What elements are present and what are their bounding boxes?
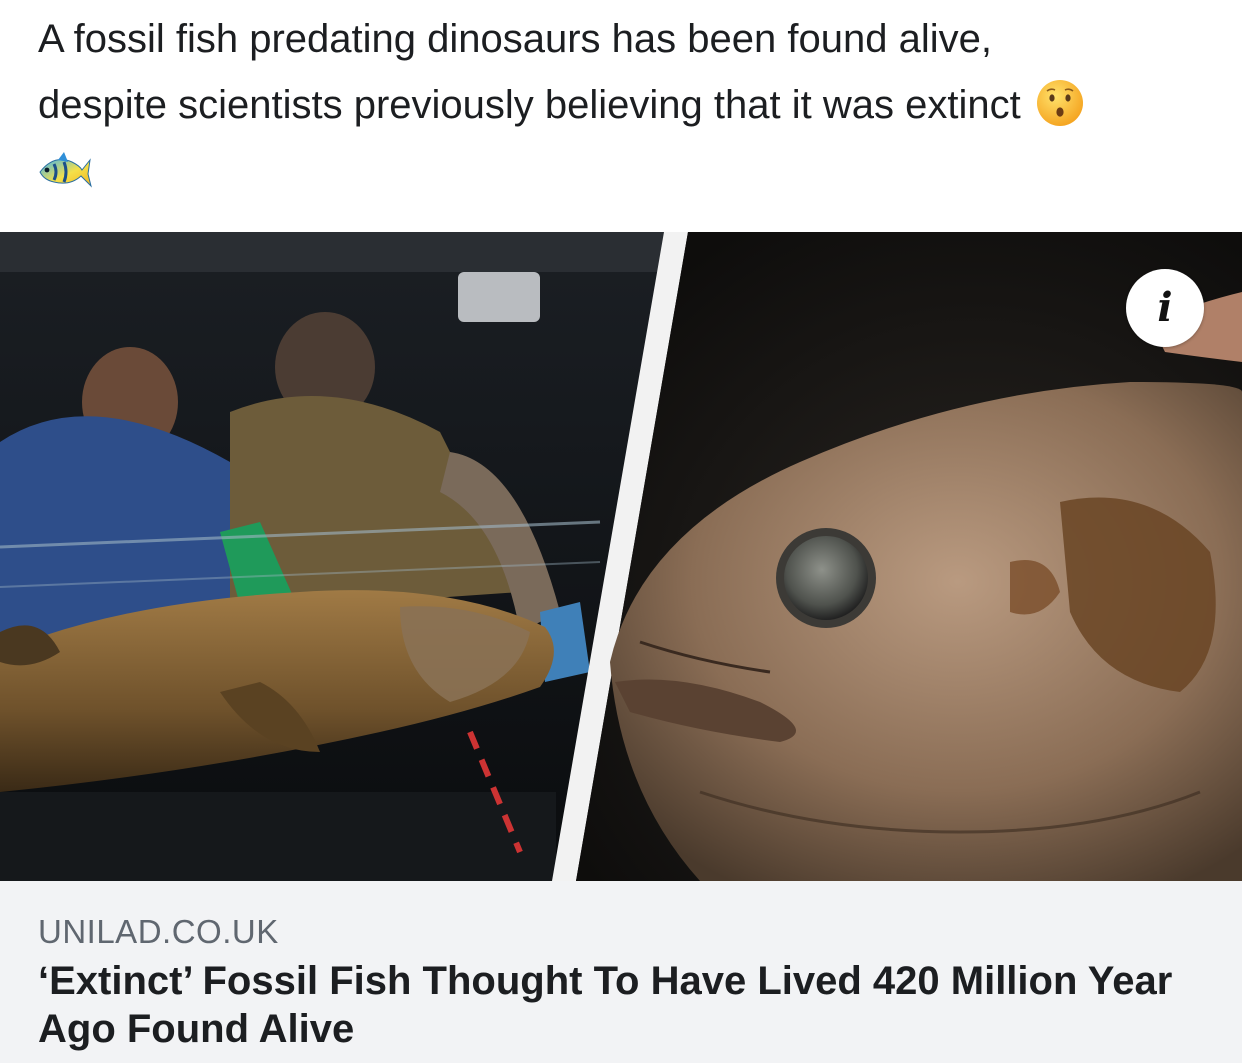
info-button[interactable]: i: [1126, 269, 1204, 347]
post-text-line-1: A fossil fish predating dinosaurs has be…: [38, 17, 992, 61]
article-image[interactable]: i: [0, 232, 1242, 881]
info-icon: i: [1157, 284, 1173, 331]
post-text: A fossil fish predating dinosaurs has be…: [38, 6, 1208, 204]
link-preview-card[interactable]: i UNILAD.CO.UK ‘Extinct’ Fossil Fish Tho…: [0, 232, 1242, 1063]
post-text-line-3: [38, 138, 1208, 204]
link-headline: ‘Extinct’ Fossil Fish Thought To Have Li…: [38, 959, 1173, 1051]
hushed-face-icon: [1036, 80, 1083, 127]
post-text-line-2-wrap: despite scientists previously believing …: [38, 72, 1208, 138]
tropical-fish-icon: [39, 152, 92, 189]
article-image-collage: [0, 232, 1242, 881]
post-text-line-2: despite scientists previously believing …: [38, 83, 1021, 127]
link-domain: UNILAD.CO.UK: [38, 913, 279, 950]
link-caption[interactable]: UNILAD.CO.UK ‘Extinct’ Fossil Fish Thoug…: [0, 881, 1242, 1063]
